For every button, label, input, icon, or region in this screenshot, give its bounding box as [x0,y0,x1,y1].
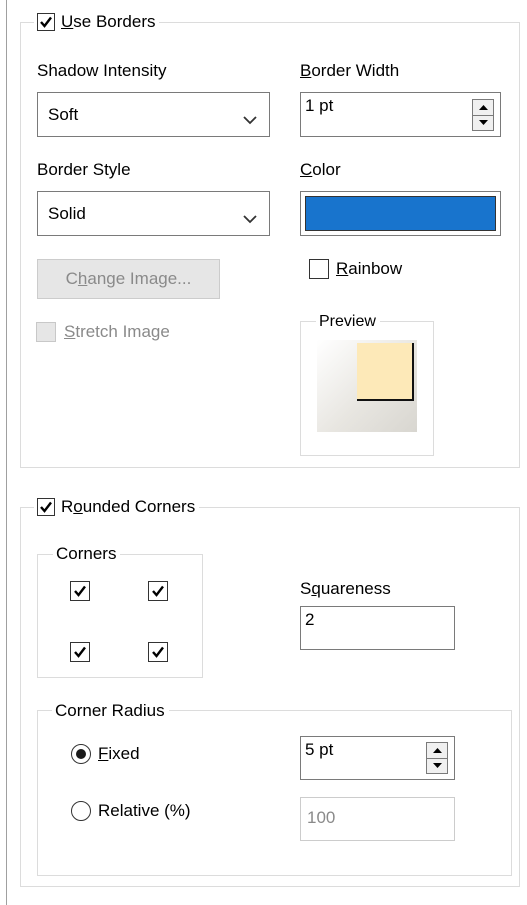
stretch-image-checkbox[interactable]: Stretch Image [36,322,170,342]
fixed-label: Fixed [98,744,140,763]
squareness-input[interactable]: 2 [300,606,455,650]
stretch-image-label: Stretch Image [64,322,170,341]
color-label: Color [300,160,341,179]
change-image-button[interactable]: Change Image... [37,259,220,299]
spin-up-icon[interactable] [427,743,447,758]
spin-down-icon[interactable] [427,757,447,774]
rainbow-check-box[interactable] [309,259,329,279]
relative-radius-input[interactable]: 100 [300,797,455,841]
fixed-radius-spinner[interactable] [426,742,448,774]
panel-left-border [6,0,7,905]
rounded-corners-check-icon[interactable] [37,498,55,516]
use-borders-label: Use Borders [61,12,156,31]
rounded-corners-label: Rounded Corners [61,497,196,516]
radio-selected-dot [76,749,86,759]
corner-radius-group [37,710,512,876]
border-width-label: Border Width [300,61,400,80]
border-style-value: Solid [48,203,86,223]
chevron-down-icon [243,110,257,130]
corners-label: Corners [53,544,121,564]
corner-bottom-right-checkbox[interactable] [148,642,168,662]
stretch-image-check-box[interactable] [36,322,56,342]
color-swatch [305,196,496,231]
color-picker-button[interactable] [300,191,501,236]
rainbow-label: Rainbow [336,259,403,278]
preview-label: Preview [316,312,380,332]
relative-label: Relative (%) [98,801,191,820]
relative-radio[interactable]: Relative (%) [71,801,191,821]
change-image-label: Change Image... [65,269,192,288]
shadow-intensity-label: Shadow Intensity [37,61,167,80]
corners-group [37,554,203,678]
rainbow-checkbox[interactable]: Rainbow [309,259,402,279]
squareness-label: Squareness [300,579,391,598]
corner-top-left-checkbox[interactable] [70,581,90,601]
use-borders-group [20,22,520,468]
fixed-radius-value: 5 pt [305,740,334,759]
preview-image [317,340,417,432]
corner-top-right-checkbox[interactable] [148,581,168,601]
border-style-label: Border Style [37,160,131,179]
chevron-down-icon [243,209,257,229]
rounded-corners-checkbox[interactable]: Rounded Corners [34,495,200,519]
fixed-radio-button[interactable] [71,744,91,764]
fixed-radio[interactable]: Fixed [71,744,140,764]
border-style-select[interactable]: Solid [37,191,270,236]
corner-bottom-left-checkbox[interactable] [70,642,90,662]
shadow-intensity-select[interactable]: Soft [37,92,270,137]
border-width-input[interactable]: 1 pt [300,92,501,137]
border-width-spinner[interactable] [472,99,494,131]
squareness-value: 2 [305,610,315,629]
border-width-value: 1 pt [305,96,334,115]
use-borders-checkbox[interactable]: Use Borders [34,10,160,34]
relative-radius-value: 100 [307,808,336,827]
preview-fill [357,343,414,401]
use-borders-check-icon[interactable] [37,13,55,31]
relative-radio-button[interactable] [71,801,91,821]
corner-radius-label: Corner Radius [52,701,169,721]
spin-down-icon[interactable] [473,114,493,131]
shadow-intensity-value: Soft [48,104,79,124]
spin-up-icon[interactable] [473,100,493,115]
